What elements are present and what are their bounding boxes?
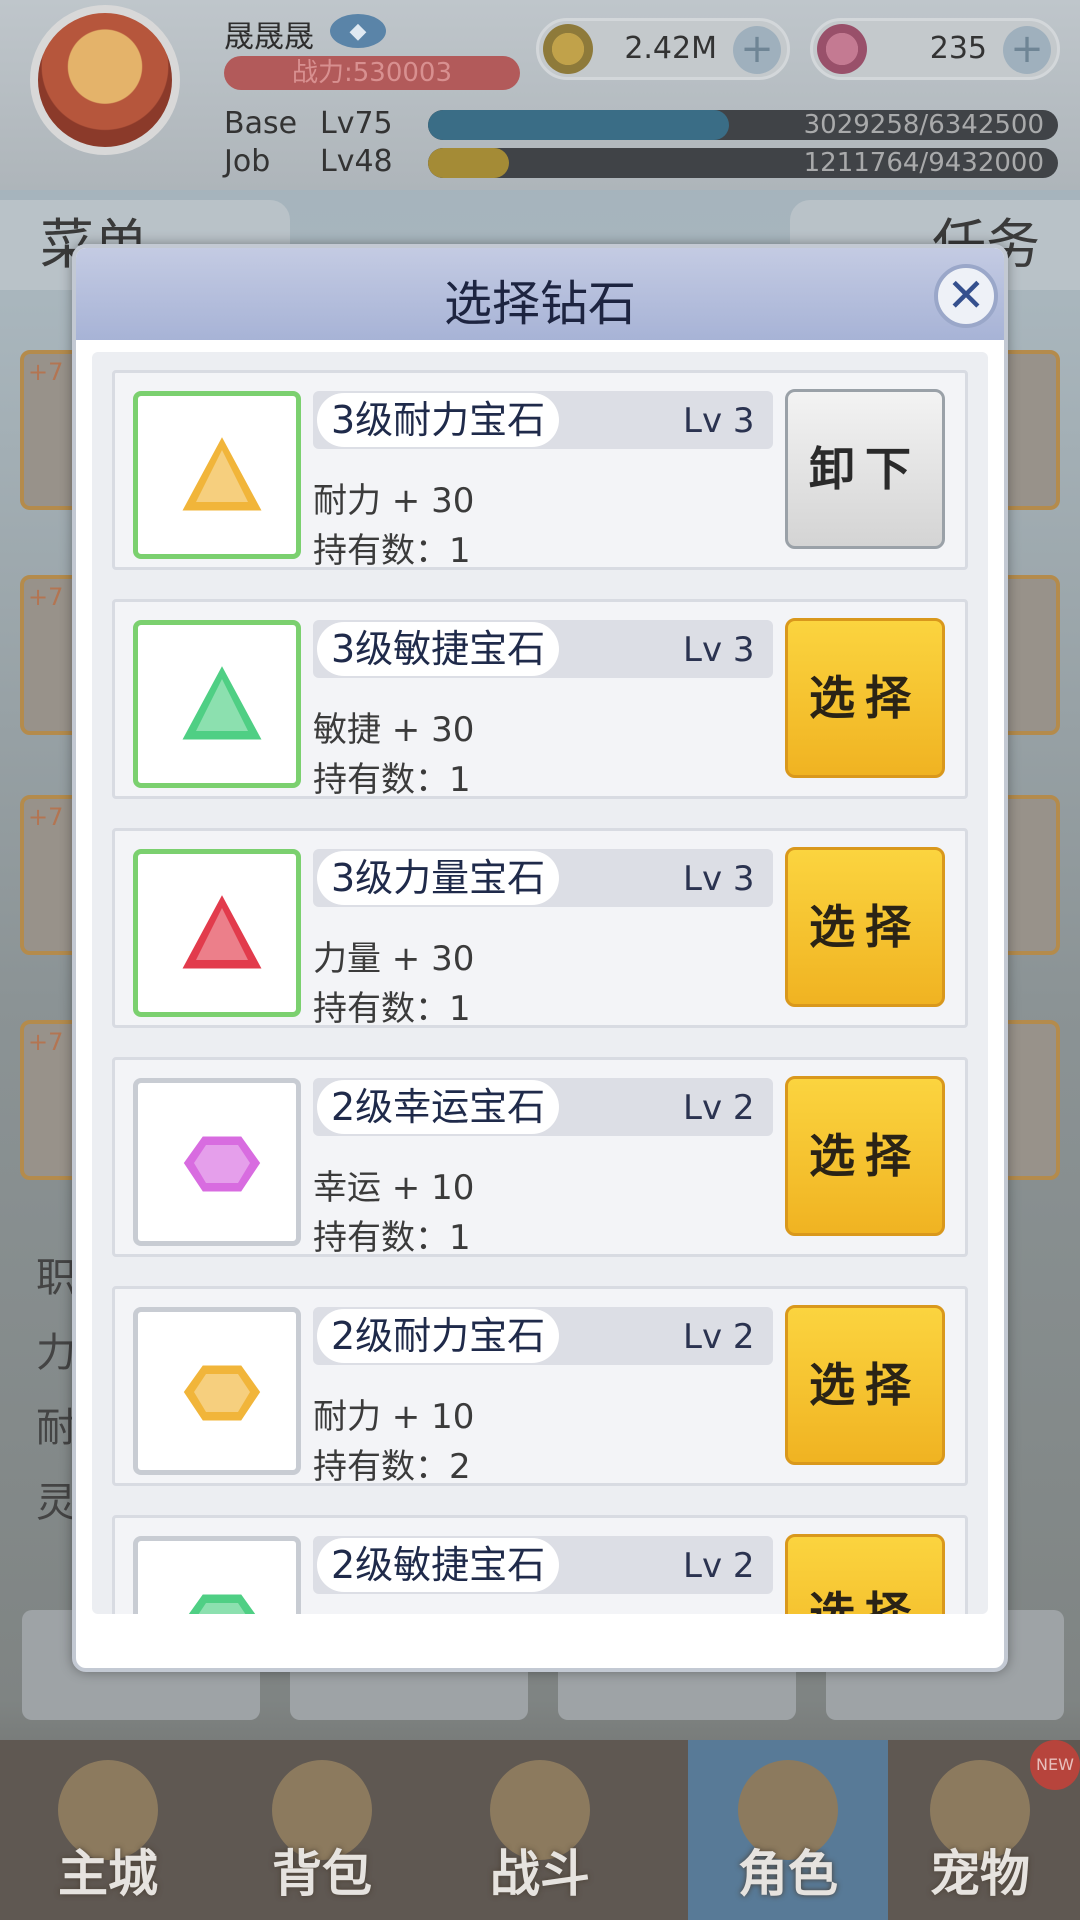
gem-list-item: 3级敏捷宝石 Lv 3 敏捷 + 30 持有数：1 选择 (112, 599, 968, 800)
gem-stat: 敏捷 + 30 (313, 710, 475, 750)
gem-count: 持有数：2 (313, 1447, 471, 1487)
gem-list-item: 3级耐力宝石 Lv 3 耐力 + 30 持有数：1 卸下 (112, 370, 968, 571)
gem-level: Lv 3 (683, 859, 755, 899)
select-button[interactable]: 选择 (785, 618, 945, 778)
gem-name: 2级敏捷宝石 (317, 1538, 560, 1592)
gem-thumbnail (133, 1307, 301, 1475)
gem-count: 持有数：1 (313, 760, 471, 800)
gem-name: 2级幸运宝石 (317, 1080, 560, 1134)
dialog-header: 选择钻石 ✕ (76, 248, 1004, 340)
gem-stat: 力量 + 30 (313, 939, 475, 979)
unequip-button[interactable]: 卸下 (785, 389, 945, 549)
gem-thumbnail (133, 391, 301, 559)
select-button[interactable]: 选择 (785, 1534, 945, 1614)
gem-icon (180, 1362, 264, 1424)
gem-thumbnail (133, 1536, 301, 1614)
close-button[interactable]: ✕ (934, 264, 998, 328)
gem-list[interactable]: 3级耐力宝石 Lv 3 耐力 + 30 持有数：1 卸下 3级敏捷宝石 Lv 3 敏捷 + 3… (92, 352, 988, 1614)
gem-thumbnail (133, 849, 301, 1017)
gem-count: 持有数：1 (313, 1218, 471, 1258)
gem-stat: 耐力 + 10 (313, 1397, 475, 1437)
gem-thumbnail (133, 620, 301, 788)
gem-level: Lv 3 (683, 630, 755, 670)
select-button[interactable]: 选择 (785, 1076, 945, 1236)
gem-level: Lv 2 (683, 1546, 755, 1586)
gem-name: 3级耐力宝石 (317, 393, 560, 447)
gem-icon (177, 659, 267, 743)
select-button[interactable]: 选择 (785, 1305, 945, 1465)
gem-level: Lv 2 (683, 1088, 755, 1128)
dialog-title: 选择钻石 (443, 276, 636, 332)
gem-list-item: 2级敏捷宝石 Lv 2 选择 (112, 1515, 968, 1614)
gem-level: Lv 2 (683, 1317, 755, 1357)
gem-list-item: 2级耐力宝石 Lv 2 耐力 + 10 持有数：2 选择 (112, 1286, 968, 1487)
select-button[interactable]: 选择 (785, 847, 945, 1007)
gem-name: 3级力量宝石 (317, 851, 560, 905)
gem-icon (177, 430, 267, 514)
gem-count: 持有数：1 (313, 989, 471, 1029)
gem-thumbnail (133, 1078, 301, 1246)
gem-icon (177, 888, 267, 972)
gem-name: 3级敏捷宝石 (317, 622, 560, 676)
gem-stat: 幸运 + 10 (313, 1168, 475, 1208)
gem-list-item: 3级力量宝石 Lv 3 力量 + 30 持有数：1 选择 (112, 828, 968, 1029)
gem-name: 2级耐力宝石 (317, 1309, 560, 1363)
gem-icon (180, 1133, 264, 1195)
gem-level: Lv 3 (683, 401, 755, 441)
gem-icon (185, 1591, 259, 1614)
gem-count: 持有数：1 (313, 531, 471, 571)
gem-stat: 耐力 + 30 (313, 481, 475, 521)
gem-list-item: 2级幸运宝石 Lv 2 幸运 + 10 持有数：1 选择 (112, 1057, 968, 1258)
